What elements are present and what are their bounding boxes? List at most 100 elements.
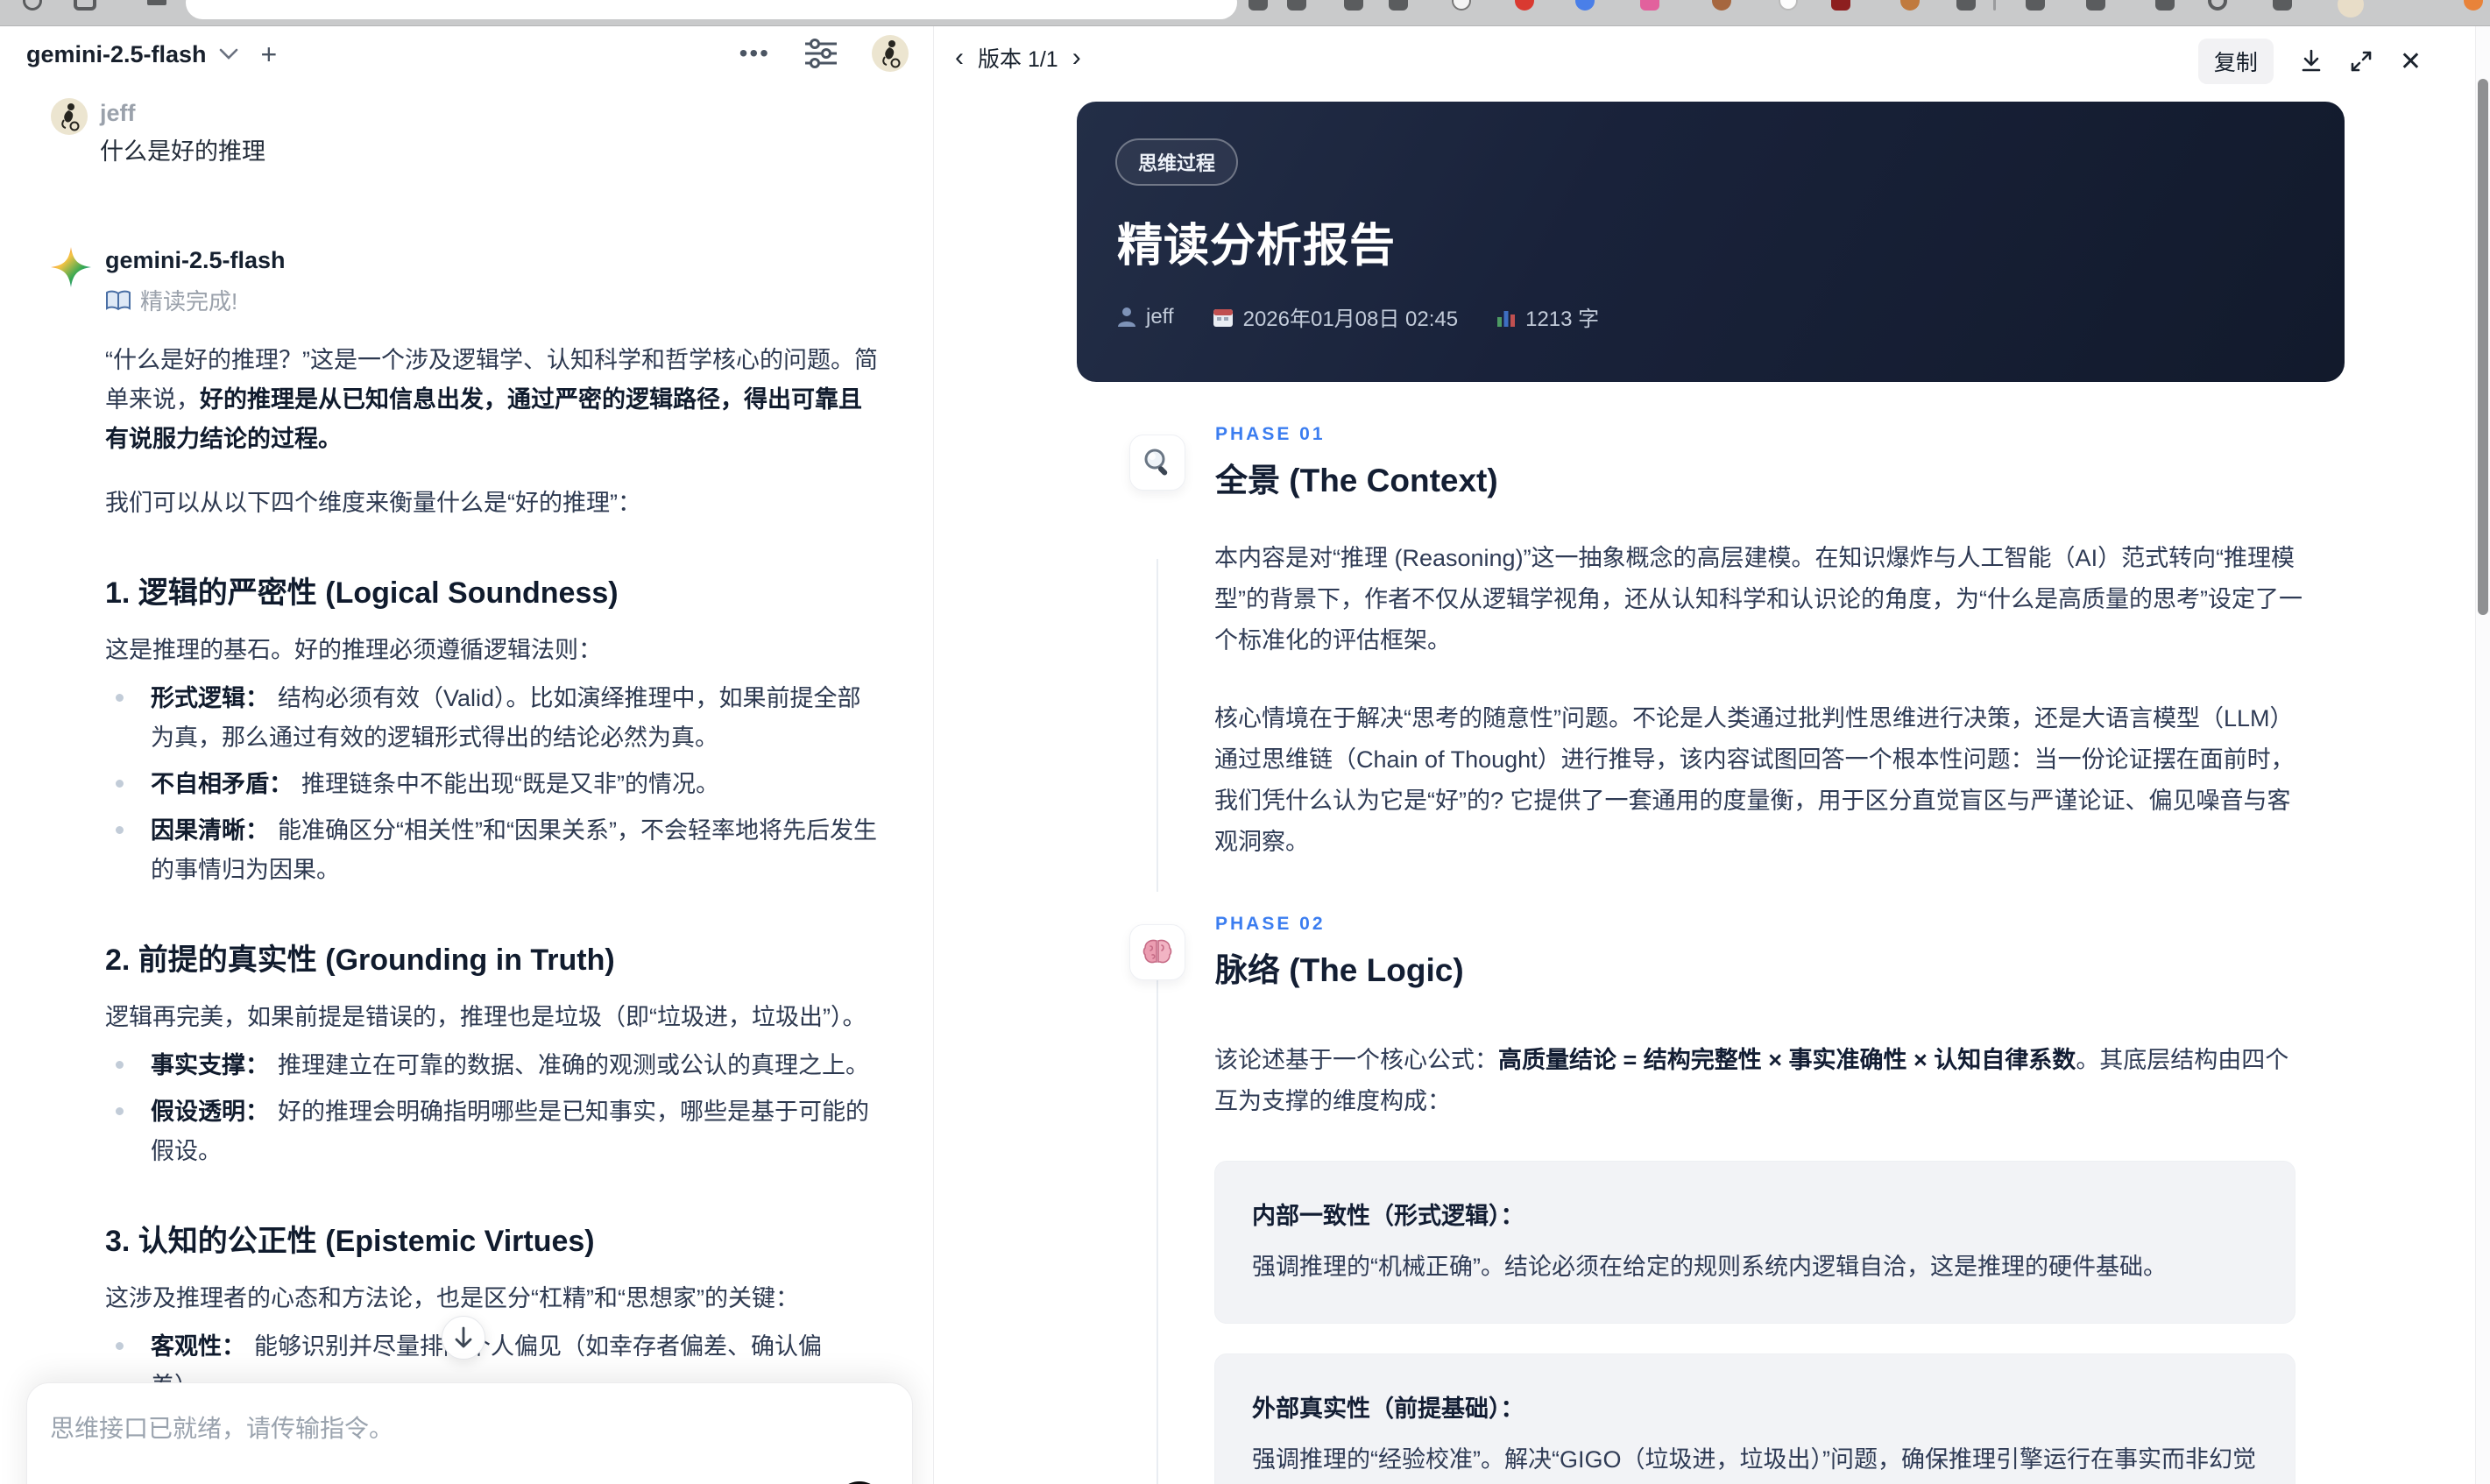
browser-extension-icon[interactable] <box>1831 0 1850 11</box>
browser-extension-icon[interactable] <box>1956 0 1976 11</box>
settings-sliders-icon[interactable] <box>803 38 838 69</box>
browser-extension-icon[interactable] <box>1575 0 1595 11</box>
browser-reload-icon[interactable] <box>23 0 42 11</box>
logic-dimension-card: 外部真实性（前提基础）： 强调推理的“经验校准”。解决“GIGO（垃圾进，垃圾出… <box>1214 1353 2295 1484</box>
screen: gemini-2.5-flash + ••• jeff 什么是好的推理 gemi… <box>0 0 2490 1484</box>
browser-extension-icon[interactable] <box>1452 0 1471 11</box>
phase-label: PHASE 01 <box>1215 424 1326 444</box>
browser-menu-icon[interactable] <box>147 0 166 5</box>
section-heading: 2. 前提的真实性 (Grounding in Truth) <box>105 943 615 977</box>
copy-button[interactable]: 复制 <box>2197 39 2274 84</box>
brain-icon <box>1142 939 1172 964</box>
browser-extension-icon[interactable] <box>1389 0 1408 11</box>
address-bar[interactable] <box>186 0 1237 19</box>
download-icon[interactable] <box>2300 49 2323 74</box>
artifact-panel: ‹ 版本 1/1 › 复制 ✕ 思维过程 精读分析报告 jeff 2026年01… <box>933 26 2490 1484</box>
report-badge: 思维过程 <box>1115 138 1239 186</box>
phase-section: PHASE 01 全景 (The Context) 本内容是对“推理 (Reas… <box>934 424 2490 863</box>
phase-paragraph: 该论述基于一个核心公式：高质量结论 = 结构完整性 × 事实准确性 × 认知自律… <box>1214 1047 2289 1114</box>
close-icon[interactable]: ✕ <box>2400 46 2422 77</box>
logic-dimension-card: 内部一致性（形式逻辑）： 强调推理的“机械正确”。结论必须在给定的规则系统内逻辑… <box>1214 1161 2295 1324</box>
phase-title: 脉络 (The Logic) <box>1215 952 1464 988</box>
section-intro: 这是推理的基石。好的推理必须遵循逻辑法则： <box>105 637 602 663</box>
bar-chart-icon <box>1497 310 1516 327</box>
report-hero-card: 思维过程 精读分析报告 jeff 2026年01月08日 02:45 1213 … <box>1077 102 2345 382</box>
chevron-down-icon[interactable] <box>219 48 238 60</box>
paragraph-bold-text: 好的推理是从已知信息出发，通过严密的逻辑路径，得出可靠且有说服力结论的过程。 <box>105 386 862 452</box>
list-item: 因果清晰： 能准确区分“相关性”和“因果关系”，不会轻率地将先后发生的事情归为因果… <box>105 811 881 890</box>
browser-extension-icon[interactable] <box>2208 0 2227 11</box>
chat-message-list[interactable]: jeff 什么是好的推理 gemini-2.5-flash 精读完成! “什么是… <box>0 82 933 1484</box>
message-text: 什么是好的推理 <box>100 138 265 165</box>
browser-extension-icon[interactable] <box>1515 0 1534 11</box>
list-item: 形式逻辑： 结构必须有效（Valid）。比如演绎推理中，如果前提全部为真，那么通过… <box>105 679 881 758</box>
browser-grid-icon[interactable] <box>74 0 96 11</box>
status-text: 精读完成! <box>140 288 238 314</box>
report-date: 2026年01月08日 02:45 <box>1213 301 1458 332</box>
app-window: gemini-2.5-flash + ••• jeff 什么是好的推理 gemi… <box>0 26 2490 1484</box>
browser-extension-icon[interactable] <box>2464 0 2483 11</box>
message-author: jeff <box>100 100 136 126</box>
browser-extension-icon[interactable] <box>2273 0 2292 11</box>
phase-section: PHASE 02 脉络 (The Logic) 该论述基于一个核心公式：高质量结… <box>934 914 2490 1484</box>
user-avatar <box>51 98 88 135</box>
magnifier-icon <box>1144 449 1168 476</box>
section-heading: 3. 认知的公正性 (Epistemic Virtues) <box>105 1225 595 1258</box>
gemini-logo-icon <box>51 247 91 1484</box>
browser-extension-icon[interactable] <box>1900 0 1920 11</box>
more-options-icon[interactable]: ••• <box>739 39 770 67</box>
person-icon <box>1118 307 1135 327</box>
fullscreen-icon[interactable] <box>2349 49 2373 74</box>
card-title: 内部一致性（形式逻辑）： <box>1252 1203 1524 1229</box>
user-message: jeff 什么是好的推理 <box>51 98 881 170</box>
model-selector[interactable]: gemini-2.5-flash <box>26 41 207 68</box>
toolbar-divider <box>1993 0 1996 11</box>
previous-version-button[interactable]: ‹ <box>955 45 964 71</box>
section-intro: 逻辑再完美，如果前提是错误的，推理也是垃圾（即“垃圾进，垃圾出”）。 <box>105 1004 867 1030</box>
phase-icon-card <box>1129 435 1185 491</box>
assistant-status: 精读完成! <box>105 284 881 316</box>
browser-extension-icon[interactable] <box>2086 0 2105 11</box>
artifact-toolbar: ‹ 版本 1/1 › 复制 ✕ <box>934 26 2490 89</box>
scrollbar-thumb[interactable] <box>2478 79 2488 615</box>
browser-extension-icon[interactable] <box>2155 0 2175 11</box>
section-intro: 这涉及推理者的心态和方法论，也是区分“杠精”和“思想家”的关键： <box>105 1285 799 1311</box>
card-body: 强调推理的“机械正确”。结论必须在给定的规则系统内逻辑自洽，这是推理的硬件基础。 <box>1252 1254 2167 1280</box>
browser-extension-icon[interactable] <box>1712 0 1731 11</box>
list-item: 不自相矛盾： 推理链条中不能出现“既是又非”的情况。 <box>105 765 881 804</box>
calendar-icon <box>1213 308 1233 327</box>
phase-paragraph: 本内容是对“推理 (Reasoning)”这一抽象概念的高层建模。在知识爆炸与人… <box>1214 545 2303 654</box>
user-avatar[interactable] <box>872 35 909 72</box>
assistant-paragraph: 我们可以从以下四个维度来衡量什么是“好的推理”： <box>105 490 641 516</box>
phase-icon-card <box>1129 924 1185 980</box>
chat-header: gemini-2.5-flash + ••• <box>0 26 933 82</box>
card-title: 外部真实性（前提基础）： <box>1252 1396 1524 1422</box>
assistant-paragraph: “什么是好的推理？”这是一个涉及逻辑学、认知科学和哲学核心的问题。简单来说，好的… <box>105 341 881 459</box>
composer-placeholder: 思维接口已就绪，请传输指令。 <box>50 1415 394 1442</box>
assistant-message: gemini-2.5-flash 精读完成! “什么是好的推理？”这是一个涉及逻… <box>51 245 881 1484</box>
browser-extension-icon[interactable] <box>1779 0 1798 11</box>
next-version-button[interactable]: › <box>1072 45 1081 71</box>
phase-paragraph: 核心情境在于解决“思考的随意性”问题。不论是人类通过批判性思维进行决策，还是大语… <box>1214 705 2295 855</box>
browser-extension-icon[interactable] <box>1287 0 1306 11</box>
bullet-list: 形式逻辑： 结构必须有效（Valid）。比如演绎推理中，如果前提全部为真，那么通过… <box>105 679 881 890</box>
window-scrollbar <box>2475 26 2490 1484</box>
browser-profile-avatar[interactable] <box>2338 0 2364 18</box>
scroll-to-bottom-button[interactable] <box>442 1316 485 1360</box>
list-item: 假设透明： 好的推理会明确指明哪些是已知事实，哪些是基于可能的假设。 <box>105 1092 881 1171</box>
browser-extension-icon[interactable] <box>1249 0 1268 11</box>
version-label: 版本 1/1 <box>978 47 1058 72</box>
browser-toolbar <box>0 0 2490 26</box>
phase-title: 全景 (The Context) <box>1215 463 1498 498</box>
card-body: 强调推理的“经验校准”。解决“GIGO（垃圾进，垃圾出）”问题，确保推理引擎运行… <box>1252 1446 2256 1473</box>
message-composer[interactable]: 思维接口已就绪，请传输指令。 + ❖ <box>26 1382 913 1484</box>
section-heading: 1. 逻辑的严密性 (Logical Soundness) <box>105 576 619 610</box>
assistant-name: gemini-2.5-flash <box>105 247 286 273</box>
browser-extension-icon[interactable] <box>1344 0 1363 11</box>
new-chat-button[interactable]: + <box>261 40 278 68</box>
browser-extension-icon[interactable] <box>2026 0 2045 11</box>
book-icon <box>105 290 131 311</box>
report-title: 精读分析报告 <box>1117 221 1397 272</box>
chat-panel: gemini-2.5-flash + ••• jeff 什么是好的推理 gemi… <box>0 26 933 1484</box>
browser-extension-icon[interactable] <box>1640 0 1659 11</box>
